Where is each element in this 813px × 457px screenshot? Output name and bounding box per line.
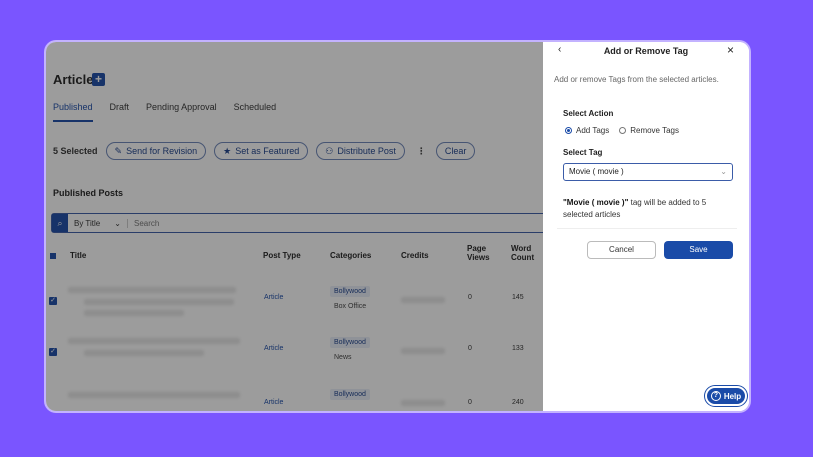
modal-backdrop[interactable] xyxy=(46,42,543,411)
cancel-button[interactable]: Cancel xyxy=(587,241,656,259)
note-tag-name: "Movie ( movie )" xyxy=(563,198,629,207)
divider xyxy=(557,228,737,229)
select-tag-label: Select Tag xyxy=(563,148,603,157)
remove-tags-label[interactable]: Remove Tags xyxy=(630,126,679,135)
panel-title: Add or Remove Tag xyxy=(603,46,689,56)
tag-side-panel: Add or Remove Tag ‹ × Add or remove Tags… xyxy=(543,42,749,411)
add-tags-label[interactable]: Add Tags xyxy=(576,126,609,135)
chevron-left-icon[interactable]: ‹ xyxy=(558,44,561,55)
remove-tags-radio[interactable] xyxy=(619,127,627,134)
app-window: Article + Published Draft Pending Approv… xyxy=(46,42,749,411)
tag-select[interactable]: Movie ( movie ) ⌄ xyxy=(563,163,733,181)
help-button[interactable]: ? Help xyxy=(705,386,747,406)
tag-note: "Movie ( movie )" tag will be added to 5… xyxy=(563,197,735,221)
add-tags-radio[interactable] xyxy=(565,127,572,134)
panel-header: Add or Remove Tag ‹ × xyxy=(543,42,749,62)
help-label: Help xyxy=(723,391,742,401)
question-icon: ? xyxy=(710,391,721,401)
save-button[interactable]: Save xyxy=(664,241,733,259)
action-radio-group: Add Tags Remove Tags xyxy=(565,126,689,135)
tag-select-value: Movie ( movie ) xyxy=(569,167,624,176)
chevron-down-icon: ⌄ xyxy=(720,167,727,176)
close-icon[interactable]: × xyxy=(727,43,734,57)
select-action-label: Select Action xyxy=(563,109,614,118)
panel-description: Add or remove Tags from the selected art… xyxy=(554,75,719,84)
